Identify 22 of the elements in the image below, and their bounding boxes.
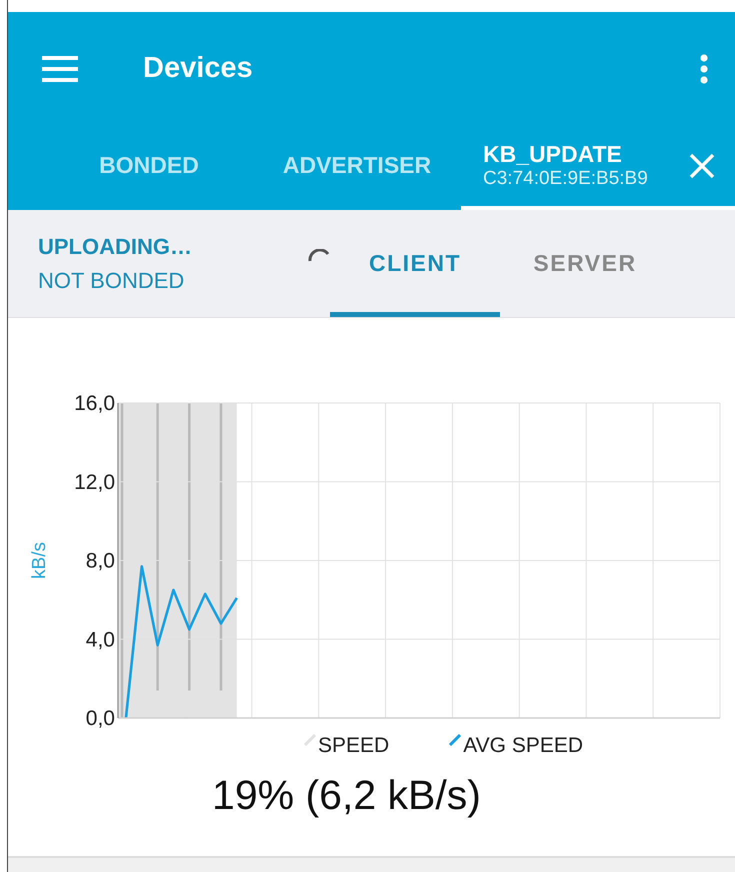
y-axis-label: kB/s	[29, 542, 50, 579]
y-tick-label: 8,0	[86, 550, 115, 572]
more-options-icon[interactable]	[700, 54, 708, 84]
bond-status: NOT BONDED	[38, 268, 186, 294]
y-tick-label: 0,0	[86, 707, 115, 728]
menu-icon[interactable]	[42, 56, 78, 82]
loading-spinner-icon	[308, 248, 330, 262]
device-tab[interactable]: BONDED	[45, 125, 253, 210]
upload-status: UPLOADING…	[38, 234, 193, 260]
y-tick-label: 12,0	[74, 470, 115, 494]
progress-text: 19% (6,2 kB/s)	[211, 772, 482, 819]
legend-label: SPEED	[318, 734, 390, 758]
legend-swatch-icon	[304, 734, 316, 746]
y-tick-label: 16,0	[74, 392, 115, 415]
client-server-tab[interactable]: SERVER	[500, 210, 670, 317]
device-tab[interactable]: ADVERTISER	[253, 125, 461, 210]
client-server-tab[interactable]: CLIENT	[330, 210, 500, 317]
legend-label: AVG SPEED	[463, 734, 584, 758]
y-tick-label: 4,0	[86, 628, 115, 652]
app-title: Devices	[143, 52, 254, 85]
legend-swatch-icon	[449, 734, 462, 746]
close-icon[interactable]	[689, 152, 715, 178]
